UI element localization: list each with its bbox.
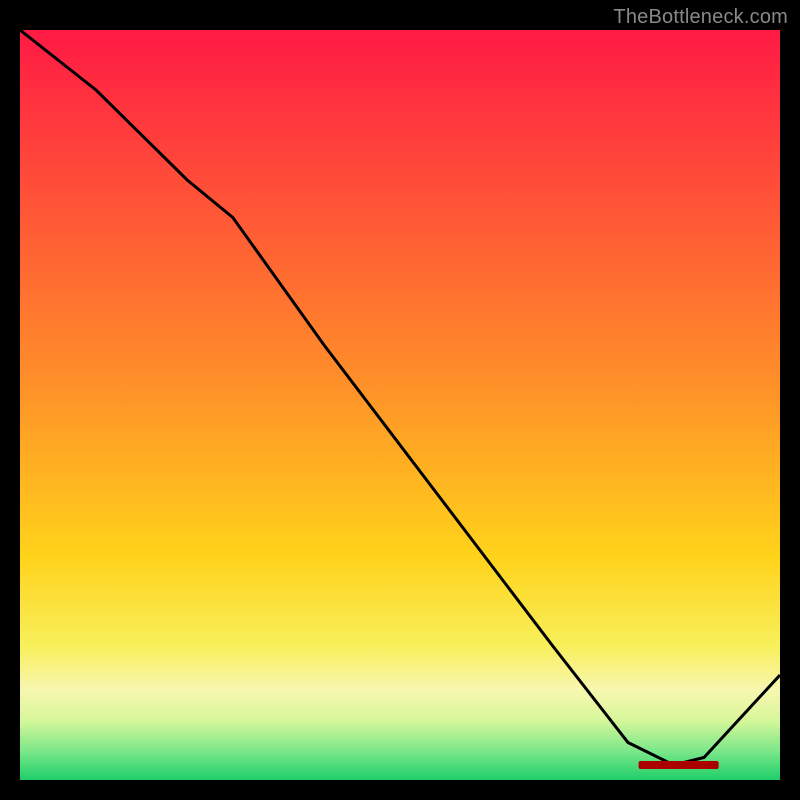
- attribution-text: TheBottleneck.com: [613, 6, 788, 29]
- chart-frame: TheBottleneck.com: [0, 0, 800, 800]
- min-marker: [639, 761, 719, 769]
- curve-line: [20, 30, 780, 765]
- plot-curve: [20, 30, 780, 780]
- plot-area: [20, 30, 780, 780]
